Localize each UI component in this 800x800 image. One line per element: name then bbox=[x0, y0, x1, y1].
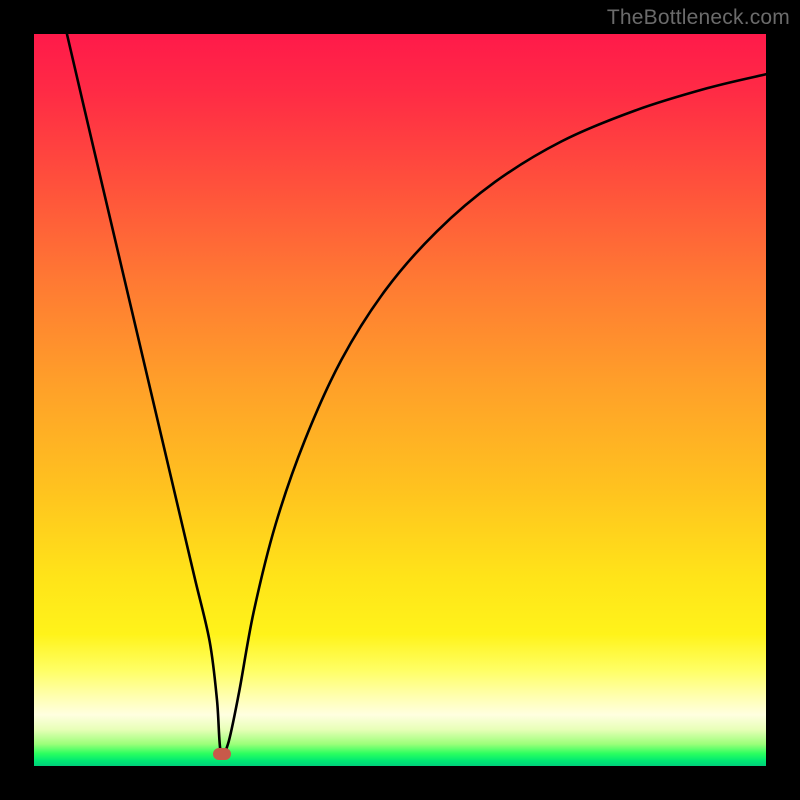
chart-frame: TheBottleneck.com bbox=[0, 0, 800, 800]
plot-area bbox=[34, 34, 766, 766]
optimum-marker bbox=[213, 748, 231, 760]
bottleneck-curve bbox=[34, 34, 766, 766]
curve-path bbox=[67, 34, 766, 755]
watermark-text: TheBottleneck.com bbox=[607, 6, 790, 30]
